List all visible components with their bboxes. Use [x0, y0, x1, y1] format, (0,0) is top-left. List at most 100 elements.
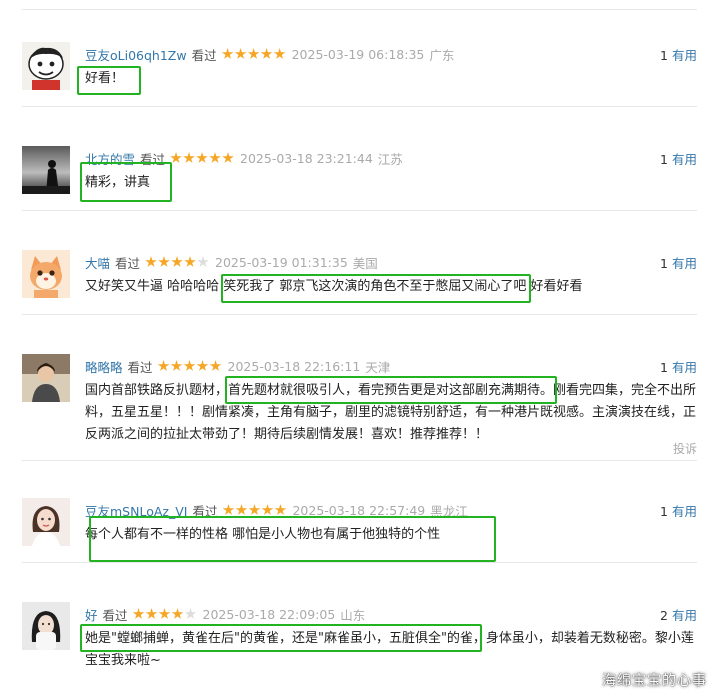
useful-count: 1 — [660, 152, 668, 167]
comment-time: 2025-03-19 01:31:35 — [215, 254, 348, 270]
star-filled-icon — [261, 504, 274, 515]
star-filled-icon — [196, 152, 208, 163]
watch-status: 看过 — [115, 255, 141, 271]
rating-stars — [170, 151, 235, 165]
star-filled-icon — [248, 504, 261, 515]
comment-time: 2025-03-18 23:21:44 — [240, 150, 373, 166]
useful-vote[interactable]: 1 有用 — [660, 45, 697, 64]
watch-status: 看过 — [102, 607, 128, 623]
star-filled-icon — [209, 152, 221, 163]
useful-vote[interactable]: 2 有用 — [660, 605, 697, 624]
reviewer-name[interactable]: 豆友mSNLoAz_VI — [85, 501, 187, 520]
star-filled-icon — [157, 360, 170, 371]
comment-location: 广东 — [429, 47, 455, 63]
watch-status: 看过 — [191, 47, 217, 63]
comment-text: 精彩，讲真 — [85, 175, 151, 190]
comment-location: 天津 — [365, 359, 391, 375]
comment-time: 2025-03-19 06:18:35 — [291, 46, 425, 62]
star-filled-icon — [145, 256, 157, 267]
avatar[interactable] — [22, 250, 70, 298]
watermark: 海绵宝宝的心事 — [602, 673, 707, 689]
review-item: 略略略 看过 2025-03-18 22:16:11 天津 1 有用 国内首部铁路… — [22, 354, 697, 461]
star-filled-icon — [170, 360, 183, 371]
useful-vote[interactable]: 1 有用 — [660, 501, 697, 520]
review-item: 好 看过 2025-03-18 22:09:05 山东 2 有用 她是"螳螂捕蝉，… — [22, 602, 697, 682]
avatar[interactable] — [22, 602, 70, 650]
star-filled-icon — [132, 608, 145, 619]
avatar[interactable] — [22, 498, 70, 546]
useful-count: 1 — [660, 504, 668, 519]
useful-vote[interactable]: 1 有用 — [660, 253, 697, 272]
review-item: 大喵 看过 2025-03-19 01:31:35 美国 1 有用 又好笑又牛逼 … — [22, 250, 697, 315]
useful-button[interactable]: 有用 — [672, 152, 697, 167]
comment-text: 好看！ — [85, 71, 125, 86]
rating-stars — [132, 607, 198, 621]
star-filled-icon — [209, 360, 222, 371]
rating-stars — [157, 359, 223, 373]
report-button[interactable]: 投诉 — [673, 440, 697, 457]
comment-page: 豆友oLi06qh1Zw 看过 2025-03-19 06:18:35 广东 1… — [0, 0, 717, 698]
comment-text: 每个人都有不一样的性格 哪怕是小人物也有属于他独特的个性 — [85, 527, 441, 542]
comment-time: 2025-03-18 22:57:49 — [292, 502, 426, 518]
watch-status: 看过 — [127, 359, 153, 375]
star-filled-icon — [234, 48, 247, 59]
useful-count: 1 — [660, 48, 668, 63]
useful-vote[interactable]: 1 有用 — [660, 149, 697, 168]
comment-text: 国内首部铁路反扒题材，首先题材就很吸引人，看完预告更是对这部剧充满期待。刚看完四… — [85, 383, 697, 442]
star-filled-icon — [171, 608, 184, 619]
comment-text: 又好笑又牛逼 哈哈哈哈 笑死我了 郭京飞这次演的角色不至于憋屈又闹心了吧 好看好… — [85, 279, 583, 294]
star-filled-icon — [170, 152, 182, 163]
star-filled-icon — [183, 360, 196, 371]
review-meta: 豆友mSNLoAz_VI 看过 2025-03-18 22:57:49 黑龙江 — [85, 501, 468, 519]
useful-count: 1 — [660, 360, 668, 375]
comment-time: 2025-03-18 22:09:05 — [202, 606, 336, 622]
star-filled-icon — [222, 152, 234, 163]
comment-location: 黑龙江 — [430, 503, 468, 519]
star-filled-icon — [183, 152, 195, 163]
star-filled-icon — [274, 504, 287, 515]
star-filled-icon — [184, 256, 196, 267]
star-filled-icon — [158, 256, 170, 267]
reviewer-name[interactable]: 大喵 — [85, 253, 110, 272]
useful-button[interactable]: 有用 — [672, 48, 697, 63]
star-filled-icon — [273, 48, 286, 59]
avatar[interactable] — [22, 42, 70, 90]
star-filled-icon — [222, 504, 235, 515]
useful-count: 1 — [660, 256, 668, 271]
reviewer-name[interactable]: 好 — [85, 605, 98, 624]
avatar[interactable] — [22, 146, 70, 194]
useful-count: 2 — [660, 608, 668, 623]
star-filled-icon — [196, 360, 209, 371]
useful-button[interactable]: 有用 — [672, 360, 697, 375]
star-filled-icon — [145, 608, 158, 619]
comment-location: 山东 — [340, 607, 366, 623]
watch-status: 看过 — [140, 151, 166, 167]
reviewer-name[interactable]: 略略略 — [85, 357, 123, 376]
comment-text: 她是"螳螂捕蝉，黄雀在后"的黄雀，还是"麻雀虽小，五脏俱全"的雀，身体虽小，却装… — [85, 631, 694, 668]
reviewer-name[interactable]: 北方的雪 — [85, 149, 135, 168]
star-filled-icon — [221, 48, 234, 59]
review-item: 北方的雪 看过 2025-03-18 23:21:44 江苏 1 有用 精彩，讲真 — [22, 146, 697, 211]
comment-location: 美国 — [352, 255, 378, 271]
review-meta: 北方的雪 看过 2025-03-18 23:21:44 江苏 — [85, 149, 403, 167]
star-empty-icon — [184, 608, 197, 619]
watch-status: 看过 — [192, 503, 218, 519]
star-filled-icon — [171, 256, 183, 267]
avatar[interactable] — [22, 354, 70, 402]
comment-location: 江苏 — [377, 151, 403, 167]
useful-button[interactable]: 有用 — [672, 504, 697, 519]
review-meta: 豆友oLi06qh1Zw 看过 2025-03-19 06:18:35 广东 — [85, 45, 454, 63]
rating-stars — [221, 47, 287, 61]
reviewer-name[interactable]: 豆友oLi06qh1Zw — [85, 45, 187, 64]
star-filled-icon — [158, 608, 171, 619]
useful-vote[interactable]: 1 有用 — [660, 357, 697, 376]
review-meta: 略略略 看过 2025-03-18 22:16:11 天津 — [85, 357, 390, 375]
useful-button[interactable]: 有用 — [672, 608, 697, 623]
star-empty-icon — [197, 256, 209, 267]
review-item: 豆友mSNLoAz_VI 看过 2025-03-18 22:57:49 黑龙江 … — [22, 498, 697, 563]
comment-time: 2025-03-18 22:16:11 — [227, 358, 361, 374]
useful-button[interactable]: 有用 — [672, 256, 697, 271]
review-meta: 大喵 看过 2025-03-19 01:31:35 美国 — [85, 253, 378, 271]
star-filled-icon — [235, 504, 248, 515]
review-item: 豆友oLi06qh1Zw 看过 2025-03-19 06:18:35 广东 1… — [22, 42, 697, 107]
